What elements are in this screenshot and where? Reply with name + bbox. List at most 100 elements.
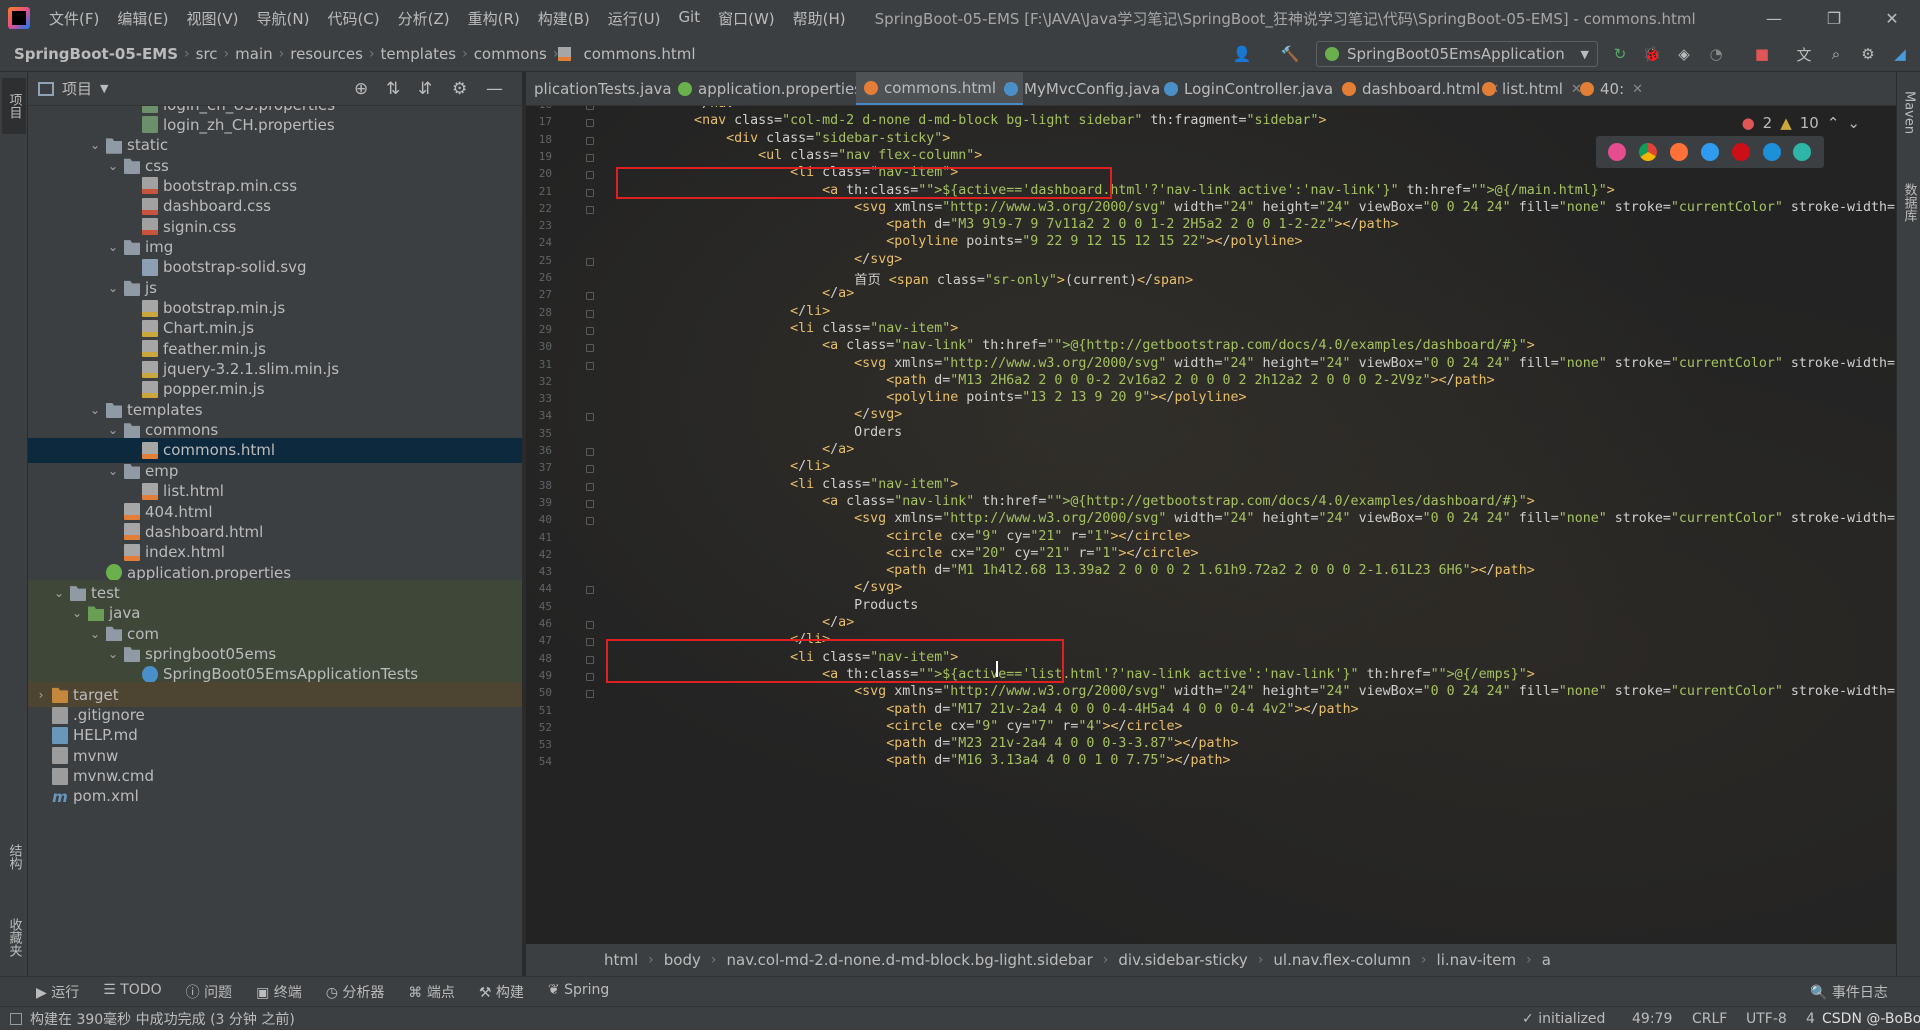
fold-marker-icon[interactable]: [586, 448, 594, 456]
tool-window-button[interactable]: ▶ 运行: [36, 982, 79, 1002]
inspection-indicator[interactable]: ● 2 ▲ 10 ⌃ ⌄: [1742, 114, 1860, 132]
code-editor[interactable]: 16 17 18 19 20 21 22 23 24 25 26 27 28 29 30 31 32 33 34 35…: [526, 106, 1896, 944]
fold-marker-icon[interactable]: [586, 621, 594, 629]
fold-marker-icon[interactable]: [586, 465, 594, 474]
code-line[interactable]: <path d="M16 3.13a4 4 0 0 1 0 7.75"></pa…: [630, 753, 1230, 768]
fold-marker-icon[interactable]: [586, 136, 594, 145]
tool-window-button[interactable]: ◷ 分析器: [326, 982, 385, 1002]
settings-gear-icon[interactable]: ⚙: [452, 79, 467, 99]
chevron-down-icon[interactable]: ⌄: [88, 627, 102, 641]
breadcrumb-item[interactable]: commons.html: [577, 45, 701, 63]
line-separator[interactable]: CRLF: [1692, 1011, 1727, 1027]
code-line[interactable]: <ul class="nav flex-column">: [630, 148, 982, 163]
code-line[interactable]: <a class="nav-link" th:href="">@{http://…: [630, 494, 1535, 509]
breadcrumb-item[interactable]: SpringBoot-05-EMS: [0, 45, 184, 63]
collapse-all-icon[interactable]: ⇵: [418, 79, 432, 99]
fold-marker-icon[interactable]: [586, 171, 594, 180]
edge-icon[interactable]: [1793, 143, 1812, 161]
code-line[interactable]: 首页 <span class="sr-only">(current)</span…: [630, 269, 1193, 288]
code-line[interactable]: <svg xmlns="http://www.w3.org/2000/svg" …: [630, 684, 1896, 699]
menu-item[interactable]: 文件(F): [40, 8, 108, 29]
menu-item[interactable]: 编辑(E): [108, 8, 177, 29]
code-line[interactable]: </svg>: [630, 407, 902, 422]
code-line[interactable]: </li>: [630, 459, 830, 474]
tree-item[interactable]: m pom.xml: [28, 784, 522, 809]
caret-position[interactable]: 49:79: [1632, 1011, 1672, 1027]
fold-marker-icon[interactable]: [586, 482, 594, 491]
code-line[interactable]: <path d="M1 1h4l2.68 13.39a2 2 0 0 0 2 1…: [630, 563, 1535, 578]
rerun-icon[interactable]: ↻: [1610, 44, 1630, 64]
code-line[interactable]: <svg xmlns="http://www.w3.org/2000/svg" …: [630, 356, 1896, 371]
firefox-icon[interactable]: [1670, 143, 1689, 161]
chevron-down-icon[interactable]: ⌄: [106, 647, 120, 661]
fold-marker-icon[interactable]: [586, 655, 594, 664]
code-line[interactable]: <svg xmlns="http://www.w3.org/2000/svg" …: [630, 200, 1896, 215]
translate-icon[interactable]: 文: [1794, 44, 1814, 64]
chevron-down-icon[interactable]: ⌄: [106, 281, 120, 295]
profiler-icon[interactable]: ◔: [1706, 44, 1726, 64]
fold-marker-icon[interactable]: [586, 188, 594, 197]
chevron-down-icon[interactable]: ⌄: [106, 159, 120, 173]
editor-breadcrumb-item[interactable]: html: [594, 951, 648, 969]
code-line[interactable]: Products: [630, 598, 918, 613]
database-tool-tab[interactable]: 数据库: [1897, 172, 1920, 232]
code-line[interactable]: <polyline points="9 22 9 12 15 12 15 22"…: [630, 234, 1302, 249]
indent-setting[interactable]: 4: [1806, 1011, 1815, 1027]
close-icon[interactable]: ✕: [1864, 0, 1920, 36]
chevron-down-icon[interactable]: ⌄: [88, 138, 102, 152]
favorites-tool-tab[interactable]: 收藏夹: [2, 902, 26, 972]
menu-item[interactable]: Git: [669, 8, 709, 29]
code-line[interactable]: <circle cx="20" cy="21" r="1"></circle>: [630, 546, 1198, 561]
run-configuration-select[interactable]: SpringBoot05EmsApplication ▼: [1316, 41, 1598, 67]
menu-item[interactable]: 窗口(W): [709, 8, 784, 29]
project-panel-title[interactable]: 项目: [62, 78, 92, 99]
fold-marker-icon[interactable]: [586, 517, 594, 526]
user-icon[interactable]: 👤: [1232, 44, 1252, 64]
fold-marker-icon[interactable]: [586, 326, 594, 335]
code-line[interactable]: </nav>: [630, 106, 742, 111]
internet-explorer-icon[interactable]: [1762, 143, 1781, 161]
settings-gear-icon[interactable]: ⚙: [1858, 44, 1878, 64]
breadcrumb-item[interactable]: commons: [468, 45, 553, 63]
editor-breadcrumb-item[interactable]: div.sidebar-sticky: [1108, 951, 1257, 969]
editor-tab[interactable]: 40: ✕: [1572, 72, 1651, 105]
code-line[interactable]: </svg>: [630, 252, 902, 267]
chevron-down-icon[interactable]: ⌄: [106, 240, 120, 254]
menu-item[interactable]: 导航(N): [248, 8, 319, 29]
menu-item[interactable]: 运行(U): [599, 8, 670, 29]
chevron-down-icon[interactable]: ⌄: [106, 423, 120, 437]
editor-breadcrumb-item[interactable]: nav.col-md-2.d-none.d-md-block.bg-light.…: [717, 951, 1103, 969]
code-line[interactable]: <polyline points="13 2 13 9 20 9"></poly…: [630, 390, 1246, 405]
fold-marker-icon[interactable]: [586, 413, 594, 422]
menu-item[interactable]: 帮助(H): [784, 8, 855, 29]
fold-marker-icon[interactable]: [586, 638, 594, 647]
event-log-button[interactable]: 🔍 事件日志: [1810, 982, 1888, 1002]
editor-breadcrumb-item[interactable]: body: [654, 951, 711, 969]
code-line[interactable]: </li>: [630, 304, 830, 319]
code-line[interactable]: <circle cx="9" cy="7" r="4"></circle>: [630, 719, 1182, 734]
vcs-status[interactable]: ✓ initialized: [1522, 1011, 1605, 1027]
code-line[interactable]: </a>: [630, 286, 854, 301]
chevron-down-icon[interactable]: ▼: [100, 82, 108, 95]
fold-marker-icon[interactable]: [586, 499, 594, 508]
fold-marker-icon[interactable]: [586, 205, 594, 214]
intellij-browser-icon[interactable]: [1608, 143, 1627, 161]
editor-tab[interactable]: LoginController.java✕: [1156, 72, 1360, 105]
tool-window-button[interactable]: ❦ Spring: [548, 982, 609, 1002]
next-highlight-icon[interactable]: ⌄: [1847, 114, 1860, 132]
locate-icon[interactable]: ⊕: [354, 79, 368, 99]
project-tool-tab[interactable]: 项目: [2, 78, 26, 134]
fold-marker-icon[interactable]: [586, 361, 594, 370]
coverage-icon[interactable]: ◈: [1674, 44, 1694, 64]
toggle-tool-windows-icon[interactable]: [10, 1012, 22, 1025]
maven-tool-tab[interactable]: Maven: [1897, 78, 1920, 148]
code-line[interactable]: <a class="nav-link" th:href="">@{http://…: [630, 338, 1535, 353]
code-line[interactable]: Orders: [630, 425, 902, 440]
code-line[interactable]: <path d="M17 21v-2a4 4 0 0 0-4-4H5a4 4 0…: [630, 702, 1358, 717]
code-line[interactable]: <path d="M23 21v-2a4 4 0 0 0-3-3.87"></p…: [630, 736, 1238, 751]
fold-marker-icon[interactable]: [586, 344, 594, 353]
breadcrumb-item[interactable]: main: [229, 45, 278, 63]
breadcrumb-item[interactable]: resources: [284, 45, 369, 63]
plugin-icon[interactable]: ◢: [1890, 44, 1910, 64]
fold-marker-icon[interactable]: [586, 153, 594, 162]
